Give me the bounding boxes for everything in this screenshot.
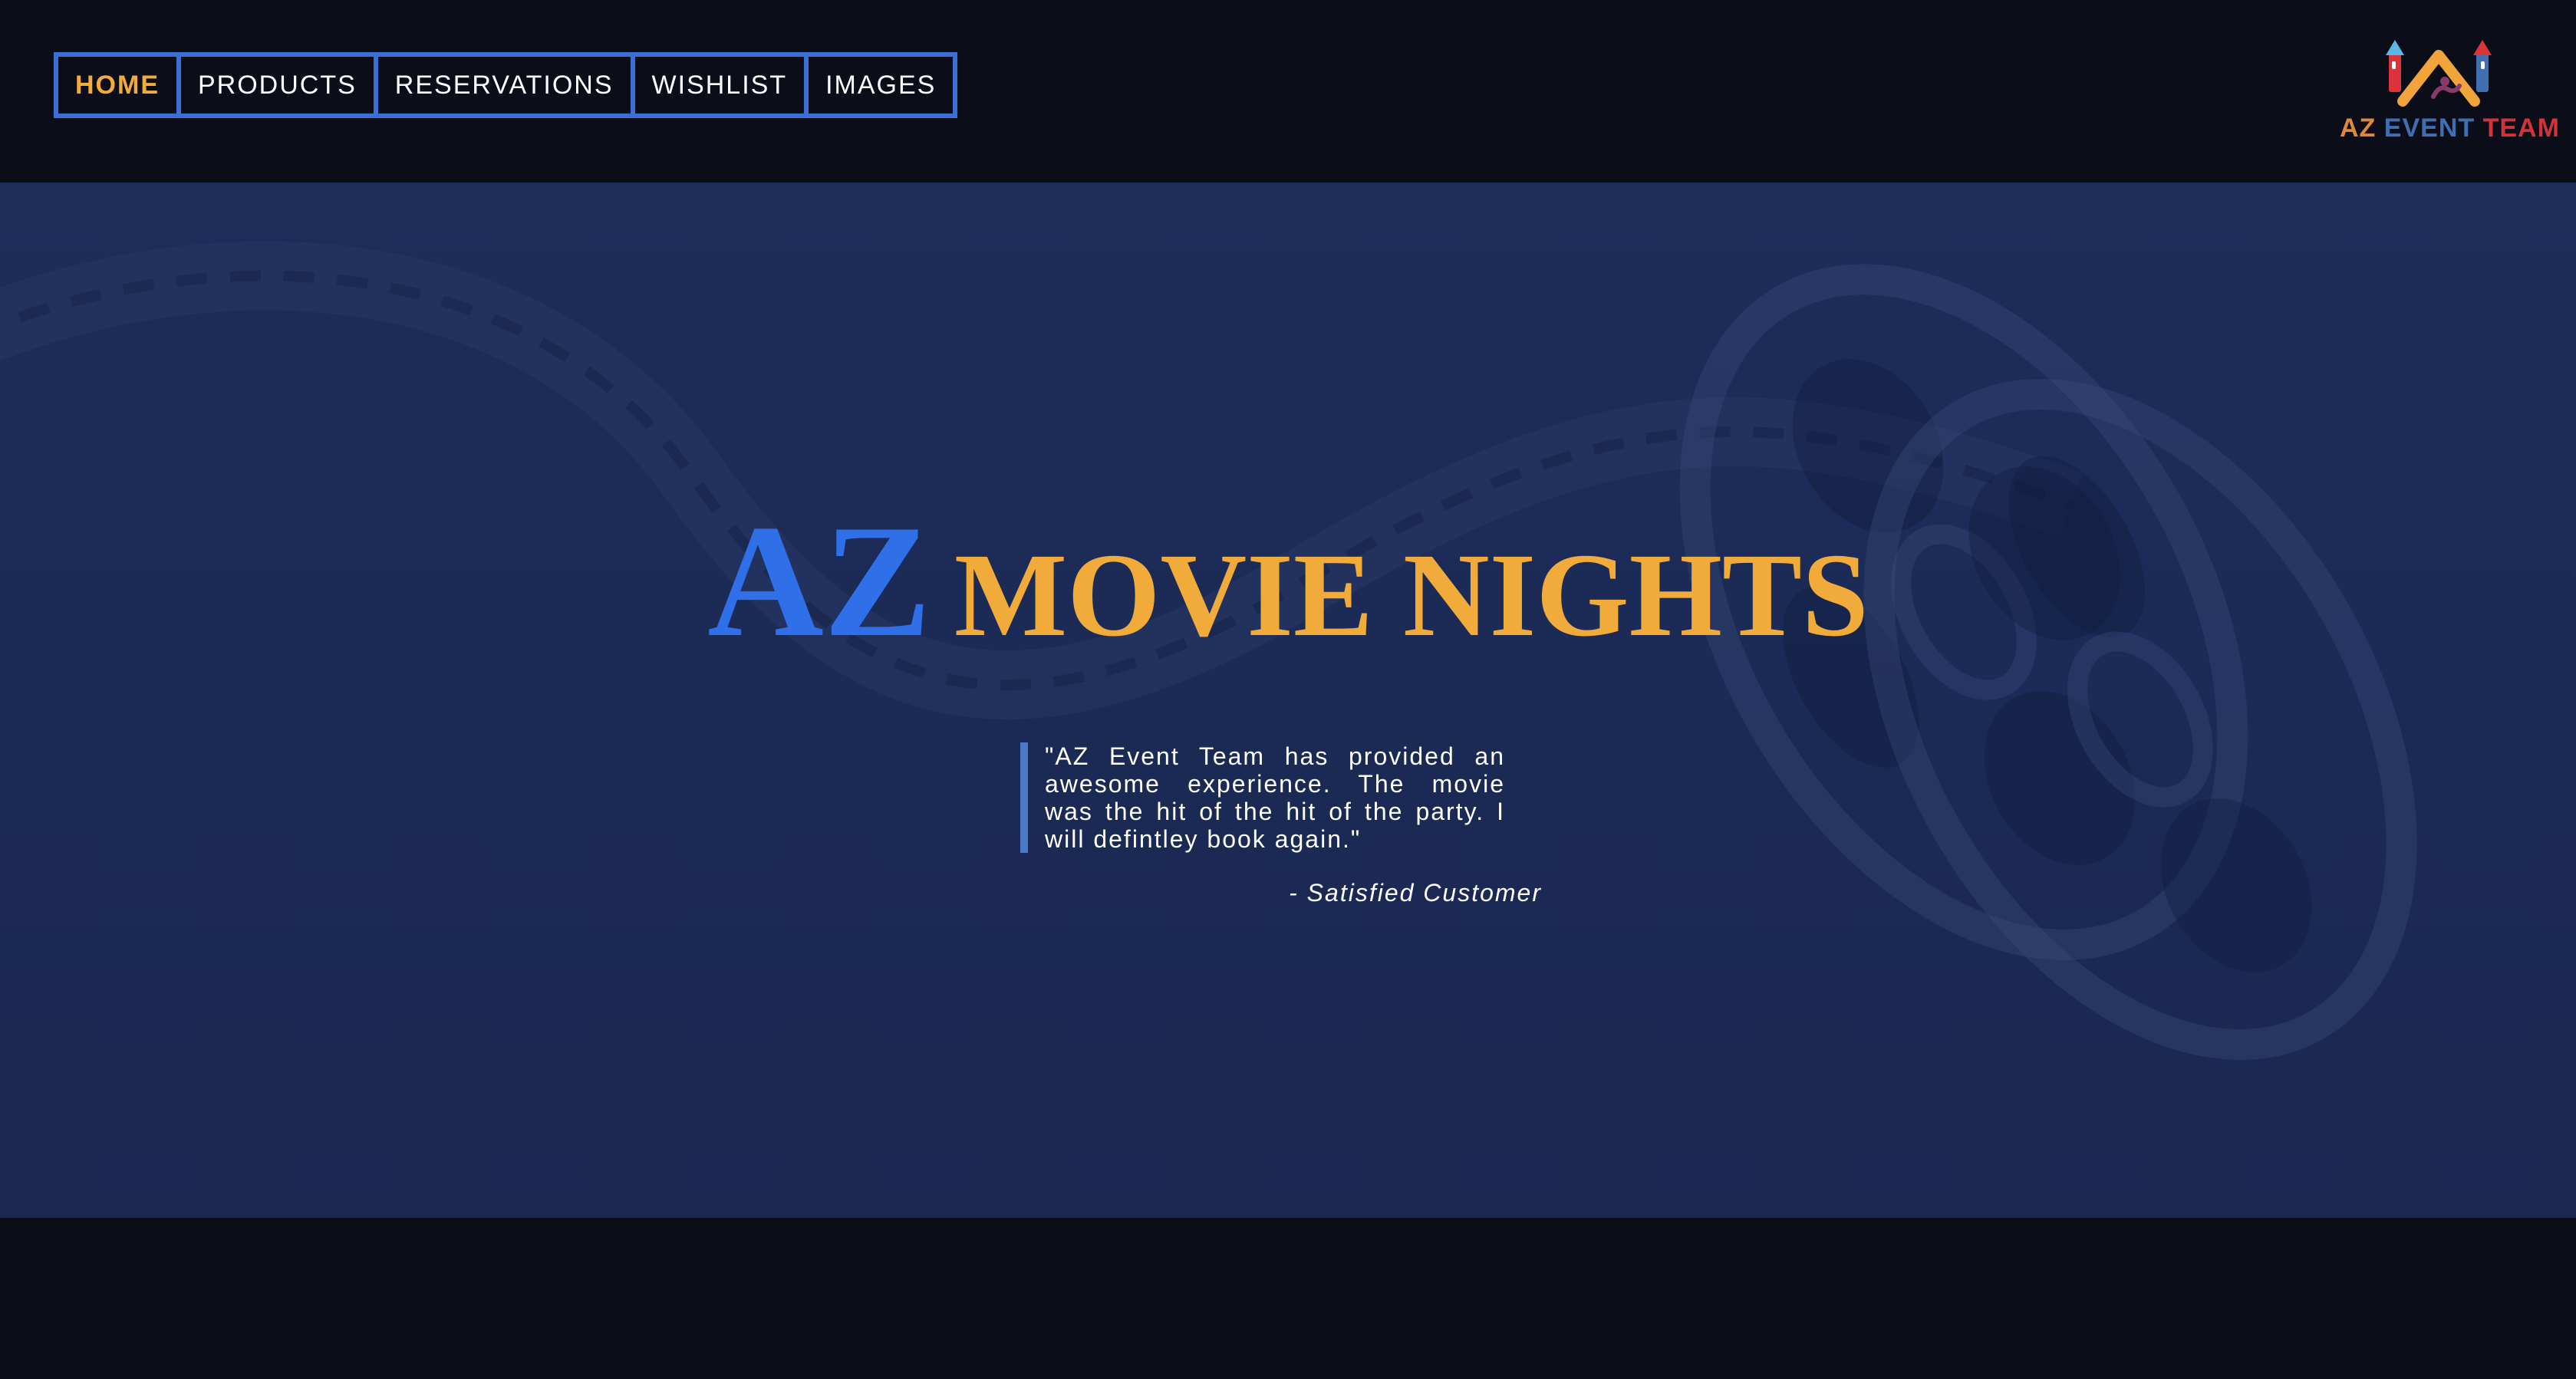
logo-text-team: TEAM — [2482, 114, 2560, 143]
nav-item-reservations[interactable]: RESERVATIONS — [378, 57, 635, 114]
testimonial-quote: "AZ Event Team has provided an awesome e… — [1020, 742, 1505, 853]
logo-text-event: EVENT — [2383, 114, 2476, 143]
nav-item-products[interactable]: PRODUCTS — [181, 57, 378, 114]
hero-title-movie-nights: MOVIE NIGHTS — [954, 528, 1869, 661]
logo-text-az: AZ — [2340, 114, 2377, 143]
main-nav: HOME PRODUCTS RESERVATIONS WISHLIST IMAG… — [54, 52, 958, 118]
testimonial-author: - Satisfied Customer — [1289, 879, 1542, 907]
nav-item-home[interactable]: HOME — [58, 57, 181, 114]
site-footer — [0, 1218, 2576, 1379]
nav-item-wishlist[interactable]: WISHLIST — [635, 57, 809, 114]
hero-title-az: AZ — [707, 492, 931, 670]
hero-title: AZ MOVIE NIGHTS — [0, 489, 2576, 674]
site-header: HOME PRODUCTS RESERVATIONS WISHLIST IMAG… — [0, 0, 2576, 183]
logo-text: AZ EVENT TEAM — [2340, 114, 2560, 143]
film-reel-icon — [0, 241, 2417, 1060]
hero-banner: AZ MOVIE NIGHTS "AZ Event Team has provid… — [0, 183, 2576, 1218]
bounce-castle-icon — [2386, 40, 2492, 107]
nav-item-images[interactable]: IMAGES — [809, 57, 953, 114]
site-logo[interactable]: AZ EVENT TEAM — [2332, 32, 2559, 155]
